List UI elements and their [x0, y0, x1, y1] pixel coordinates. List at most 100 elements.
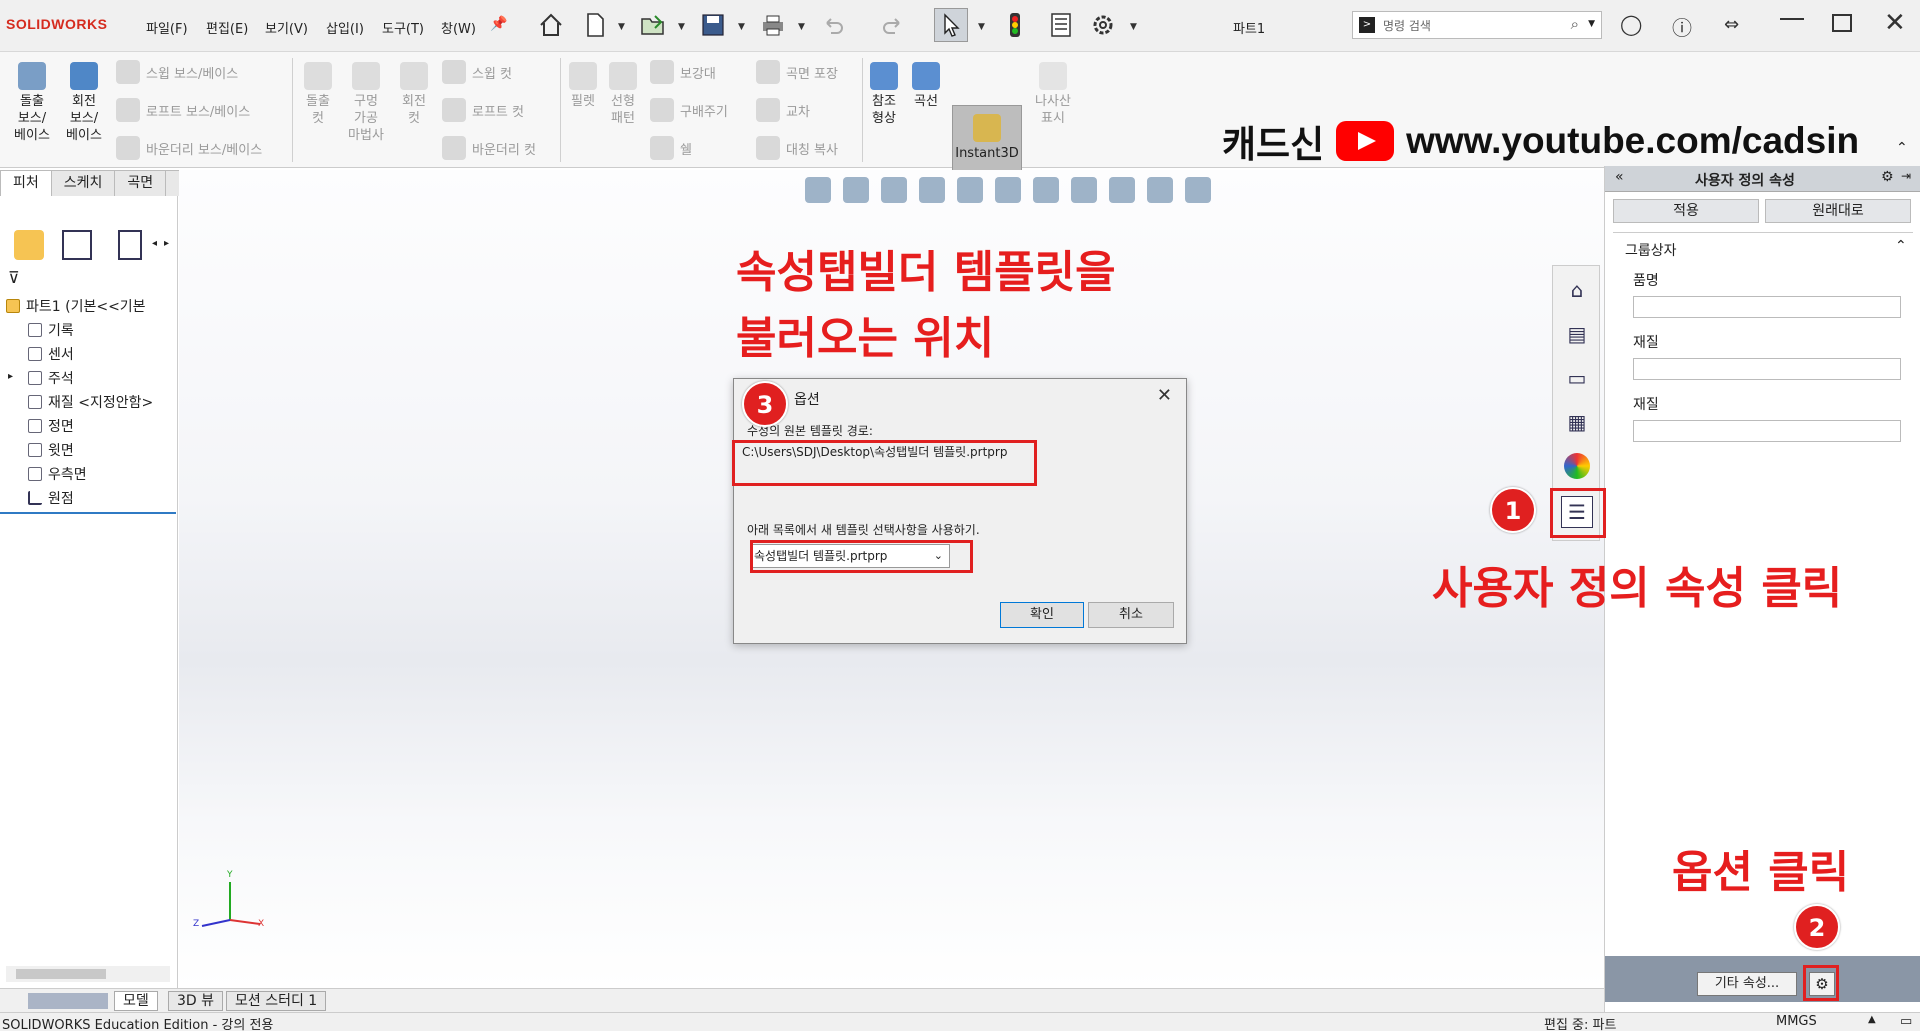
- new-document-icon[interactable]: [578, 8, 612, 42]
- collapse-pane-icon[interactable]: «: [1615, 169, 1624, 185]
- ok-button[interactable]: 확인: [1000, 602, 1084, 628]
- shell-button[interactable]: 쉘: [650, 136, 692, 160]
- revolve-cut-button[interactable]: 회전 컷: [396, 62, 432, 127]
- apply-scene-icon[interactable]: [1147, 177, 1173, 203]
- tab-scroll-arrows-icon[interactable]: [28, 993, 108, 1009]
- tab-scroll-left-icon[interactable]: ◂: [152, 238, 157, 249]
- collapse-ribbon-icon[interactable]: ⌃: [1896, 140, 1908, 156]
- cancel-button[interactable]: 취소: [1088, 602, 1174, 628]
- feature-manager-tab-icon[interactable]: [14, 230, 44, 260]
- view-settings-icon[interactable]: [1185, 177, 1211, 203]
- home-icon[interactable]: [534, 8, 568, 42]
- other-properties-button[interactable]: 기타 속성...: [1697, 972, 1797, 996]
- draft-button[interactable]: 구배주기: [650, 98, 728, 122]
- reset-button[interactable]: 원래대로: [1765, 199, 1911, 223]
- mirror-button[interactable]: 대칭 복사: [756, 136, 838, 160]
- boundary-boss-button[interactable]: 바운더리 보스/베이스: [116, 136, 262, 160]
- select-cursor-icon[interactable]: [934, 8, 968, 42]
- linear-pattern-button[interactable]: 선형 패턴: [606, 62, 640, 127]
- options-gear-icon[interactable]: [1086, 8, 1120, 42]
- expand-arrow-icon[interactable]: ▸: [8, 371, 13, 382]
- tab-3d-view[interactable]: 3D 뷰: [168, 991, 224, 1011]
- horizontal-scrollbar[interactable]: [6, 966, 170, 982]
- zoom-to-fit-icon[interactable]: [805, 177, 831, 203]
- units-selector[interactable]: MMGS: [1776, 1014, 1817, 1029]
- display-style-icon[interactable]: [1033, 177, 1059, 203]
- menu-file[interactable]: 파일(F): [146, 18, 188, 37]
- apply-button[interactable]: 적용: [1613, 199, 1759, 223]
- user-account-icon[interactable]: ◯: [1620, 12, 1642, 36]
- tab-surfaces[interactable]: 곡면: [114, 170, 167, 196]
- previous-view-icon[interactable]: [881, 177, 907, 203]
- tree-item-sensors[interactable]: 센서: [28, 344, 74, 364]
- chevron-down-icon[interactable]: ▼: [618, 22, 625, 32]
- part-name-input[interactable]: [1633, 296, 1901, 318]
- dynamic-annotation-icon[interactable]: [957, 177, 983, 203]
- curves-button[interactable]: 곡선: [908, 62, 944, 110]
- search-icon[interactable]: ⌕: [1571, 15, 1579, 33]
- pin-icon[interactable]: ⇥: [1901, 169, 1911, 183]
- tree-item-origin[interactable]: 원점: [28, 488, 74, 508]
- tree-item-annotations[interactable]: 주석: [28, 368, 74, 388]
- redo-icon[interactable]: [876, 8, 910, 42]
- print-icon[interactable]: [756, 8, 790, 42]
- menu-view[interactable]: 보기(V): [265, 18, 308, 37]
- tab-model[interactable]: 모델: [114, 991, 158, 1011]
- solidworks-resources-icon[interactable]: ⌂: [1561, 274, 1593, 306]
- rebuild-traffic-light-icon[interactable]: [998, 8, 1032, 42]
- tab-motion-study[interactable]: 모션 스터디 1: [226, 991, 327, 1011]
- help-icon[interactable]: ⓘ: [1672, 12, 1692, 41]
- maximize-icon[interactable]: [1832, 14, 1852, 32]
- hole-wizard-button[interactable]: 구멍 가공 마법사: [344, 62, 388, 144]
- loft-cut-button[interactable]: 로프트 컷: [442, 98, 524, 122]
- chevron-down-icon[interactable]: ▼: [978, 22, 985, 32]
- chevron-up-icon[interactable]: ⌃: [1895, 238, 1907, 254]
- tree-item-top-plane[interactable]: 윗면: [28, 440, 74, 460]
- extrude-boss-button[interactable]: 돌출 보스/ 베이스: [10, 62, 54, 144]
- section-view-icon[interactable]: [919, 177, 945, 203]
- appearances-scenes-icon[interactable]: [1561, 450, 1593, 482]
- revolve-boss-button[interactable]: 회전 보스/ 베이스: [62, 62, 106, 144]
- filter-icon[interactable]: ⊽: [8, 268, 20, 287]
- cosmetic-thread-button[interactable]: 나사산 표시: [1030, 62, 1076, 127]
- minimize-icon[interactable]: [1780, 18, 1804, 20]
- loft-boss-button[interactable]: 로프트 보스/베이스: [116, 98, 250, 122]
- view-palette-icon[interactable]: ▦: [1561, 406, 1593, 438]
- chevron-down-icon[interactable]: ▼: [738, 22, 745, 32]
- material-input-2[interactable]: [1633, 420, 1901, 442]
- tab-scroll-right-icon[interactable]: ▸: [164, 238, 169, 249]
- open-icon[interactable]: [636, 8, 670, 42]
- wrap-button[interactable]: 곡면 포장: [756, 60, 838, 84]
- tree-item-material[interactable]: 재질 <지정안함>: [28, 392, 153, 412]
- sweep-boss-button[interactable]: 스윕 보스/베이스: [116, 60, 238, 84]
- chevron-down-icon[interactable]: ▼: [1130, 22, 1137, 32]
- menu-edit[interactable]: 편집(E): [206, 18, 248, 37]
- scrollbar-thumb[interactable]: [16, 969, 106, 979]
- pin-icon[interactable]: 📌: [490, 16, 507, 32]
- tab-features[interactable]: 피처: [0, 170, 52, 196]
- material-input[interactable]: [1633, 358, 1901, 380]
- edit-appearance-icon[interactable]: [1109, 177, 1135, 203]
- sweep-cut-button[interactable]: 스윕 컷: [442, 60, 512, 84]
- tree-item-front-plane[interactable]: 정면: [28, 416, 74, 436]
- design-library-icon[interactable]: ▤: [1561, 318, 1593, 350]
- chevron-down-icon[interactable]: ▼: [678, 22, 685, 32]
- restore-layout-icon[interactable]: ⇔: [1724, 14, 1739, 35]
- configuration-manager-tab-icon[interactable]: [118, 230, 142, 260]
- file-properties-icon[interactable]: [1044, 8, 1078, 42]
- save-icon[interactable]: [696, 8, 730, 42]
- tree-item-history[interactable]: 기록: [28, 320, 74, 340]
- boundary-cut-button[interactable]: 바운더리 컷: [442, 136, 536, 160]
- menu-tools[interactable]: 도구(T): [382, 18, 424, 37]
- chevron-down-icon[interactable]: ▼: [1588, 19, 1595, 29]
- fillet-button[interactable]: 필렛: [566, 62, 600, 110]
- view-orientation-icon[interactable]: [995, 177, 1021, 203]
- file-explorer-icon[interactable]: ▭: [1561, 362, 1593, 394]
- hide-show-items-icon[interactable]: [1071, 177, 1097, 203]
- menu-window[interactable]: 창(W): [441, 18, 476, 37]
- tooltip-icon[interactable]: ▭: [1900, 1014, 1912, 1029]
- undo-icon[interactable]: [816, 8, 850, 42]
- chevron-down-icon[interactable]: ▼: [798, 22, 805, 32]
- command-search[interactable]: > 명령 검색 ⌕ ▼: [1352, 11, 1602, 39]
- reference-geometry-button[interactable]: 참조 형상: [866, 62, 902, 127]
